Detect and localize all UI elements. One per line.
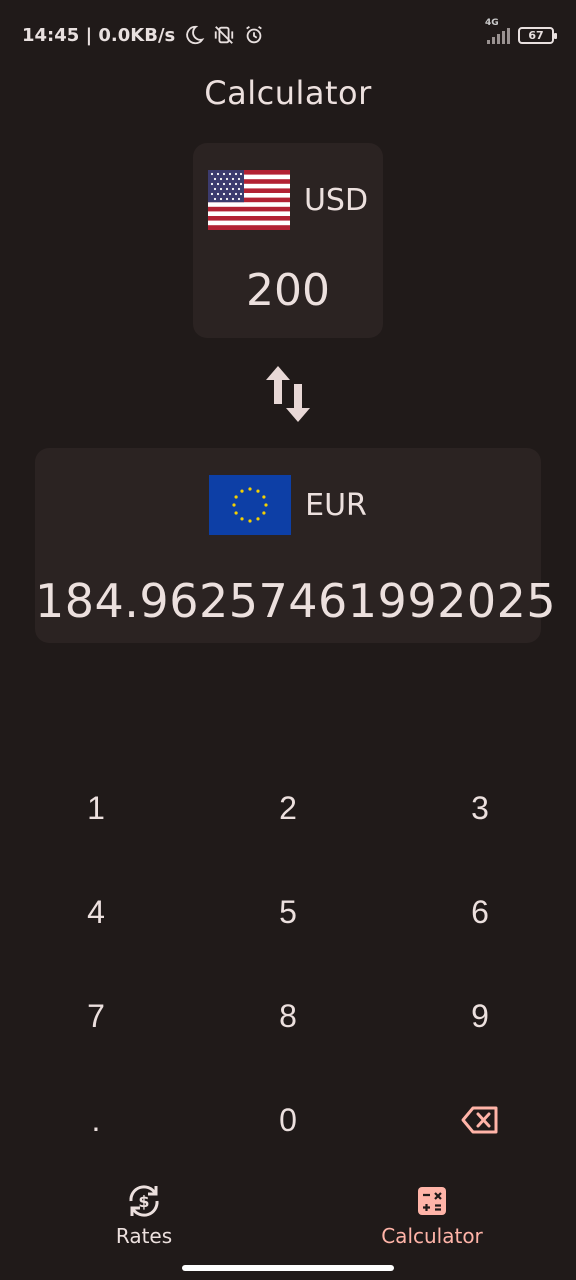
home-indicator[interactable] — [182, 1265, 394, 1271]
bottom-nav: $ Rates Calculator — [0, 1172, 576, 1262]
keypad: 1 2 3 4 5 6 7 8 9 . 0 — [0, 756, 576, 1172]
key-6[interactable]: 6 — [384, 860, 576, 964]
from-currency-row[interactable]: USD — [193, 170, 383, 230]
key-1[interactable]: 1 — [0, 756, 192, 860]
alarm-icon — [246, 25, 263, 44]
swap-icon[interactable] — [264, 364, 312, 424]
battery-icon: 67 — [518, 26, 557, 44]
from-currency-card[interactable]: USD 200 — [193, 143, 383, 338]
status-left: 14:45 | 0.0KB/s — [22, 24, 265, 46]
key-4[interactable]: 4 — [0, 860, 192, 964]
status-time-speed: 14:45 | 0.0KB/s — [22, 24, 176, 46]
from-currency-code: USD — [303, 182, 369, 218]
eu-flag-icon — [209, 475, 292, 535]
svg-text:$: $ — [138, 1192, 149, 1211]
key-9[interactable]: 9 — [384, 964, 576, 1068]
key-7[interactable]: 7 — [0, 964, 192, 1068]
moon-icon — [186, 25, 205, 45]
network-type: 4G — [485, 18, 499, 28]
key-3[interactable]: 3 — [384, 756, 576, 860]
to-currency-card[interactable]: EUR 184.96257461992025 — [35, 448, 557, 643]
key-2[interactable]: 2 — [192, 756, 384, 860]
calculator-icon — [418, 1187, 446, 1215]
battery-level: 67 — [528, 28, 544, 42]
key-0[interactable]: 0 — [192, 1068, 384, 1172]
status-bar: 14:45 | 0.0KB/s 4G 67 — [0, 0, 576, 70]
vibrate-off-icon — [215, 26, 234, 44]
us-flag-icon — [207, 170, 290, 230]
key-5[interactable]: 5 — [192, 860, 384, 964]
backspace-icon — [461, 1106, 498, 1134]
from-amount: 200 — [246, 265, 330, 316]
nav-item-calculator[interactable]: Calculator — [288, 1172, 576, 1262]
backspace-button[interactable] — [384, 1068, 576, 1172]
to-amount: 184.96257461992025 — [35, 574, 557, 628]
nav-item-rates[interactable]: $ Rates — [0, 1172, 288, 1262]
page-title: Calculator — [204, 74, 372, 112]
to-currency-row[interactable]: EUR — [35, 475, 541, 535]
nav-label-calculator: Calculator — [381, 1224, 483, 1248]
key-decimal[interactable]: . — [0, 1068, 192, 1172]
nav-label-rates: Rates — [115, 1224, 173, 1248]
status-right: 4G 67 — [485, 18, 557, 44]
currency-exchange-icon: $ — [129, 1185, 159, 1217]
key-8[interactable]: 8 — [192, 964, 384, 1068]
to-currency-code: EUR — [305, 487, 367, 523]
signal-icon: 4G — [485, 18, 510, 44]
